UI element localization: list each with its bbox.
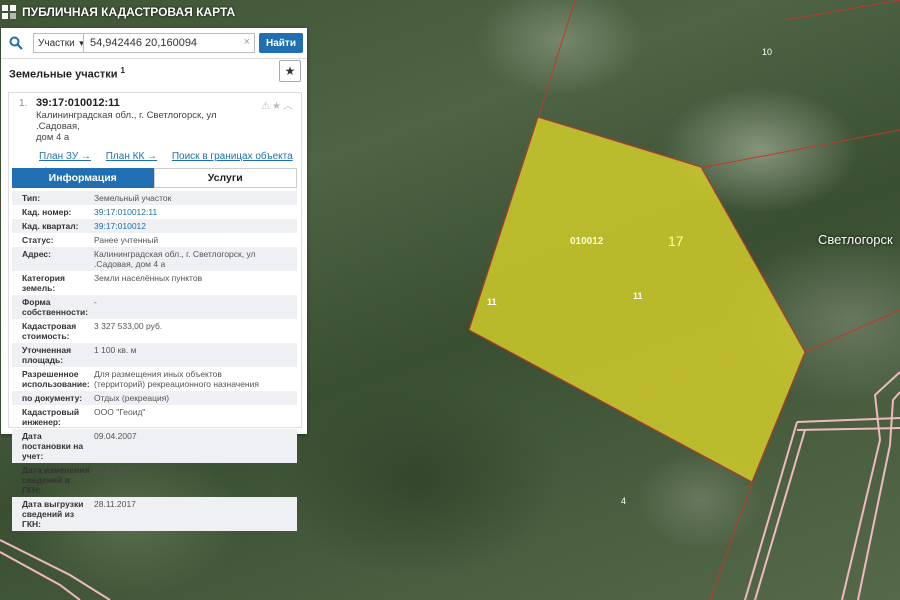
attribute-value: Земельный участок [94,193,172,203]
app-header: ПУБЛИЧНАЯ КАДАСТРОВАЯ КАРТА [0,0,302,24]
attribute-key: Тип: [22,193,41,203]
address-line: дом 4 а [36,132,70,143]
attribute-value: 09.04.2007 [94,431,137,441]
card-actions: ⚠★︿ [261,97,295,112]
result-card: 1. 39:17:010012:11 ⚠★︿ Калининградская о… [8,92,302,531]
favorite-star-button[interactable]: ★ [279,60,301,82]
parcel-number-label: 10 [762,47,773,57]
attribute-row: Форма собственности: - [12,295,297,319]
attribute-key: Дата выгрузки сведений из ГКН: [22,499,84,529]
attribute-value: ООО "Геоид" [94,407,146,417]
attribute-value: 1 100 кв. м [94,345,137,355]
attribute-row: Категория земель: Земли населённых пункто… [12,271,297,295]
results-title-text: Земельные участки [9,68,118,81]
attribute-row: Кадастровый инженер: ООО "Геоид" [12,405,297,429]
parcel-number-label: 4 [621,496,627,506]
attribute-row: Дата постановки на учет: 09.04.2007 [12,429,297,463]
cadastral-boundary-line [699,129,900,169]
cadastral-boundary-line [784,0,900,21]
result-index: 1. [19,98,28,109]
attribute-row: по документу: Отдых (рекреация) [12,391,297,405]
app-logo-icon[interactable] [2,5,16,19]
attribute-key: Кад. номер: [22,207,72,217]
attribute-row: Адрес: Калининградская обл., г. Светлогор… [12,247,297,271]
attribute-table: Тип: Земельный участок Кад. номер: 39:17:0… [12,191,297,531]
road-boundary [796,427,900,431]
plan-kk-link[interactable]: План КК → [106,151,157,162]
attribute-value: Земли населённых пунктов [94,273,203,283]
attribute-value-link[interactable]: 39:17:010012:11 [90,207,262,217]
find-button[interactable]: Найти [259,33,303,53]
attribute-row: Кадастровая стоимость: 3 327 533,00 руб. [12,319,297,343]
attribute-key: Статус: [22,235,54,245]
attribute-value: 3 327 533,00 руб. [94,321,163,331]
attribute-row: Кад. номер: 39:17:010012:11 [12,205,297,219]
tab-info[interactable]: Информация [12,168,154,188]
search-input[interactable] [84,36,242,50]
object-type-value: Участки [38,37,75,49]
attribute-row: Дата изменения сведений в ГКН: 27.11.2017 [12,463,297,497]
attribute-value: 28.11.2017 [94,499,136,509]
search-bar: Участки ▼ × Найти [1,28,307,59]
road-boundary [841,371,900,600]
results-header: Земельные участки 1 ★ [1,58,307,86]
star-icon: ★ [284,64,296,78]
parcel-number-label: 11 [487,297,497,307]
attribute-value: Ранее учтенный [94,235,159,245]
road-boundary [796,417,900,423]
cadastral-boundary-line [804,309,900,353]
attribute-row: Тип: Земельный участок [12,191,297,205]
card-address: Калининградская обл., г. Светлогорск, ул… [36,110,246,143]
results-count: 1 [120,66,125,75]
app-title: ПУБЛИЧНАЯ КАДАСТРОВАЯ КАРТА [22,5,236,19]
warning-icon[interactable]: ⚠ [261,101,272,112]
attribute-key: по документу: [22,393,83,403]
attribute-key: Форма собственности: [22,297,89,317]
attribute-key: Кад. квартал: [22,221,79,231]
attribute-key: Категория земель: [22,273,65,293]
parcel-number-label: 11 [633,291,643,301]
attribute-row: Статус: Ранее учтенный [12,233,297,247]
search-icon[interactable] [1,28,31,58]
attribute-key: Кадастровая стоимость: [22,321,77,341]
cadastral-number: 39:17:010012:11 [36,97,120,109]
object-type-select[interactable]: Участки ▼ [33,33,86,53]
star-icon[interactable]: ★ [272,101,283,112]
town-label: Светлогорск [818,232,893,247]
attribute-key: Кадастровый инженер: [22,407,80,427]
search-field: × [83,33,255,53]
attribute-key: Уточненная площадь: [22,345,72,365]
cadastral-boundary-line [537,0,576,119]
attribute-row: Разрешенное использование: Для размещения… [12,367,297,391]
plan-zu-link[interactable]: План ЗУ → [39,151,91,162]
attribute-value-link[interactable]: 39:17:010012 [90,221,262,231]
attribute-value: Отдых (рекреация) [94,393,170,403]
results-title: Земельные участки 1 [9,66,125,81]
attribute-row: Дата выгрузки сведений из ГКН: 28.11.2017 [12,497,297,531]
clear-icon[interactable]: × [244,36,250,48]
attribute-key: Дата постановки на учет: [22,431,84,461]
address-line: Калининградская обл., г. Светлогорск, ул… [36,110,217,132]
attribute-row: Уточненная площадь: 1 100 кв. м [12,343,297,367]
attribute-value: - [94,297,97,307]
card-tabs: Информация Услуги [12,168,297,188]
attribute-value: Для размещения иных объектов (территорий… [94,369,259,389]
attribute-key: Дата изменения сведений в ГКН: [22,465,90,495]
attribute-value: Калининградская обл., г. Светлогорск, ул… [94,249,256,269]
attribute-value: 27.11.2017 [94,465,136,475]
attribute-row: Кад. квартал: 39:17:010012 [12,219,297,233]
road-boundary [0,539,111,600]
attribute-key: Адрес: [22,249,51,259]
chevron-up-icon[interactable]: ︿ [283,101,295,112]
attribute-key: Разрешенное использование: [22,369,90,389]
cadastral-boundary-line [709,481,753,600]
parcel-block-label: 010012 [570,236,604,247]
tab-services[interactable]: Услуги [153,168,297,188]
block-number-label: 17 [668,233,684,249]
search-panel: Участки ▼ × Найти Земельные участки 1 ★ … [1,28,307,531]
